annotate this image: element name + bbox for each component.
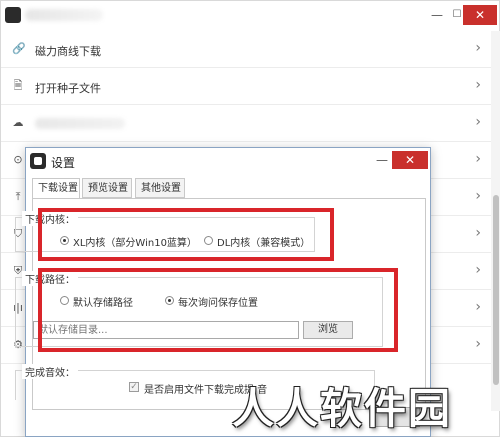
- list-item-label: 磁力商线下载: [35, 45, 101, 58]
- chevron-right-icon: ›: [475, 225, 481, 241]
- tab-download-settings[interactable]: 下载设置: [32, 178, 80, 199]
- scrollbar-thumb[interactable]: [493, 195, 499, 385]
- dialog-close-button[interactable]: ✕: [392, 151, 428, 169]
- tab-other-settings[interactable]: 其他设置: [135, 178, 185, 198]
- close-button[interactable]: ✕: [463, 5, 497, 25]
- group-legend: 完成音效：: [22, 364, 78, 379]
- dialog-title: 设置: [51, 156, 76, 170]
- minimize-button[interactable]: —: [426, 5, 448, 25]
- chevron-right-icon: ›: [475, 299, 481, 315]
- list-item-cloud[interactable]: ☁ ›: [1, 105, 491, 142]
- chevron-right-icon: ›: [475, 77, 481, 93]
- chevron-right-icon: ›: [475, 114, 481, 130]
- file-icon: 🗎: [13, 79, 23, 92]
- scrollbar[interactable]: [491, 31, 500, 411]
- chevron-right-icon: ›: [475, 40, 481, 56]
- list-item-label-blurred: [35, 118, 125, 129]
- cloud-icon: ☁: [12, 116, 24, 129]
- app-icon: [5, 7, 21, 23]
- dialog-minimize-button[interactable]: —: [371, 152, 393, 170]
- enable-notify-checkbox[interactable]: ✓: [129, 382, 139, 392]
- tab-preview-settings[interactable]: 预览设置: [82, 178, 132, 198]
- list-item-open-torrent[interactable]: 🗎 打开种子文件 ›: [1, 68, 491, 105]
- main-titlebar: — ☐ ✕: [1, 1, 500, 31]
- upload-icon: ⤒: [15, 190, 21, 203]
- watermark-text: 人人软件园: [232, 384, 453, 433]
- highlight-box-path: [38, 268, 398, 352]
- chevron-right-icon: ›: [475, 262, 481, 278]
- link-icon: 🔗: [12, 42, 26, 55]
- app-title-blurred: [25, 9, 103, 21]
- list-item-magnet-download[interactable]: 🔗 磁力商线下载 ›: [1, 31, 491, 68]
- dialog-titlebar[interactable]: 设置 — ✕: [26, 148, 430, 174]
- dialog-app-icon: [30, 153, 46, 169]
- list-item-label: 打开种子文件: [35, 82, 101, 95]
- highlight-box-kernel: [38, 208, 334, 261]
- chevron-right-icon: ›: [475, 336, 481, 352]
- clock-icon: ⊙: [13, 153, 23, 166]
- chevron-right-icon: ›: [475, 151, 481, 167]
- chevron-right-icon: ›: [475, 188, 481, 204]
